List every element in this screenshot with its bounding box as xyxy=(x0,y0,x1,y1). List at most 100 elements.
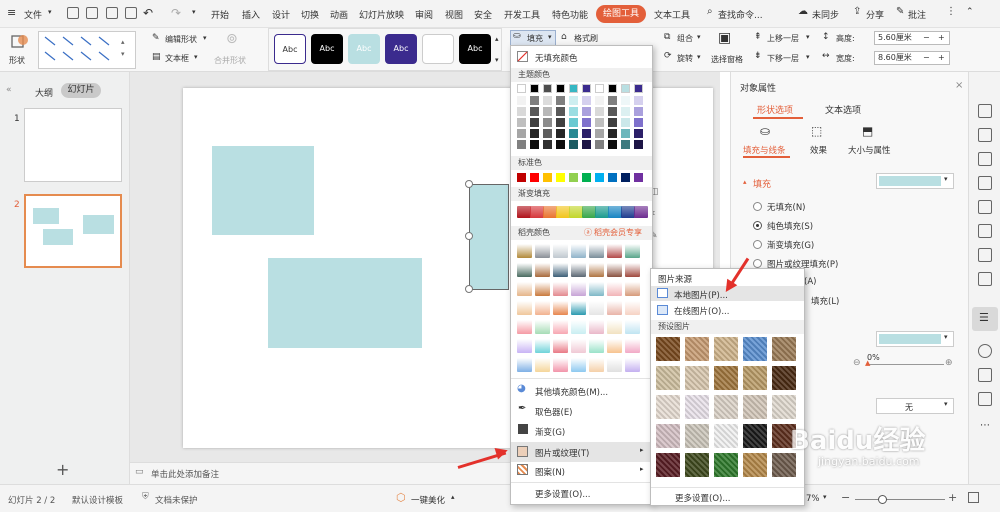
shell-color-swatch[interactable] xyxy=(535,339,550,353)
tab-outline[interactable]: 大纲 xyxy=(35,86,53,99)
copy-icon[interactable] xyxy=(978,128,992,142)
theme-color-swatch[interactable] xyxy=(634,129,643,138)
solid-fill-option[interactable]: 纯色填充(S) xyxy=(767,220,813,232)
shell-color-swatch[interactable] xyxy=(535,320,550,334)
preview-icon[interactable] xyxy=(125,7,137,19)
send-backward-button[interactable]: 下移一层 xyxy=(767,53,799,64)
shell-color-swatch[interactable] xyxy=(535,358,550,372)
theme-color-swatch[interactable] xyxy=(569,84,578,93)
plus-icon[interactable]: + xyxy=(938,52,945,64)
format-icon[interactable] xyxy=(978,152,992,166)
share-icon[interactable] xyxy=(978,392,992,406)
shell-color-swatch[interactable] xyxy=(607,320,622,334)
gradient-swatch[interactable] xyxy=(530,206,544,218)
shell-color-swatch[interactable] xyxy=(553,282,568,296)
tab-shape-options[interactable]: 形状选项 xyxy=(757,103,793,116)
standard-color-swatch[interactable] xyxy=(543,173,552,182)
triangle-icon[interactable]: ▴ xyxy=(743,178,747,186)
minus-icon[interactable]: − xyxy=(923,32,930,44)
resize-handle[interactable] xyxy=(465,285,473,293)
theme-color-swatch[interactable] xyxy=(556,140,565,149)
rectangle-shape[interactable] xyxy=(268,258,422,348)
minus-icon[interactable]: ⊖ xyxy=(853,358,861,368)
texture-swatch[interactable] xyxy=(772,395,796,419)
theme-color-swatch[interactable] xyxy=(569,140,578,149)
layout-icon[interactable] xyxy=(978,248,992,262)
theme-color-swatch[interactable] xyxy=(569,107,578,116)
more-icon[interactable]: ⋮ xyxy=(946,6,956,17)
theme-color-swatch[interactable] xyxy=(595,129,604,138)
minus-icon[interactable]: − xyxy=(923,52,930,64)
shell-color-swatch[interactable] xyxy=(607,358,622,372)
texture-swatch[interactable] xyxy=(772,366,796,390)
shell-color-swatch[interactable] xyxy=(589,320,604,334)
more-settings-item[interactable]: 更多设置(O)... xyxy=(535,488,590,500)
shell-color-swatch[interactable] xyxy=(571,282,586,296)
gallery-scroll-icon[interactable]: ▾ xyxy=(495,56,499,64)
texture-swatch[interactable] xyxy=(685,453,709,477)
theme-color-swatch[interactable] xyxy=(621,84,630,93)
gradient-swatch[interactable] xyxy=(595,206,609,218)
zoom-slider-thumb[interactable] xyxy=(878,495,887,504)
theme-color-swatch[interactable] xyxy=(569,129,578,138)
collapse-ribbon-icon[interactable]: ⌃ xyxy=(966,7,974,17)
theme-color-swatch[interactable] xyxy=(608,140,617,149)
no-fill-item[interactable]: 无填充颜色 xyxy=(535,52,578,64)
template-name[interactable]: 默认设计模板 xyxy=(72,494,123,506)
gradient-swatch[interactable] xyxy=(556,206,570,218)
theme-color-swatch[interactable] xyxy=(517,84,526,93)
theme-color-swatch[interactable] xyxy=(530,129,539,138)
auto-fill-option[interactable]: 填充(L) xyxy=(811,295,839,307)
share-button[interactable]: 分享 xyxy=(866,8,884,21)
theme-color-swatch[interactable] xyxy=(530,84,539,93)
width-field[interactable]: 8.60厘米 − + xyxy=(874,51,950,65)
shell-color-swatch[interactable] xyxy=(571,263,586,277)
radio-picture-fill[interactable] xyxy=(753,259,762,268)
theme-color-swatch[interactable] xyxy=(582,140,591,149)
texture-swatch[interactable] xyxy=(743,337,767,361)
texture-swatch[interactable] xyxy=(714,424,738,448)
theme-color-swatch[interactable] xyxy=(530,107,539,116)
slide-thumbnail-2[interactable] xyxy=(24,194,122,268)
shell-color-swatch[interactable] xyxy=(517,320,532,334)
bring-forward-button[interactable]: 上移一层 xyxy=(767,33,799,44)
theme-color-swatch[interactable] xyxy=(556,118,565,127)
theme-color-swatch[interactable] xyxy=(569,118,578,127)
pattern-fill-option[interactable]: (A) xyxy=(804,277,816,287)
style-option[interactable]: Abc xyxy=(348,34,380,64)
texture-swatch[interactable] xyxy=(656,366,680,390)
menu-design[interactable]: 设计 xyxy=(272,8,290,21)
theme-color-swatch[interactable] xyxy=(595,107,604,116)
shell-color-swatch[interactable] xyxy=(607,301,622,315)
line-style-select[interactable]: 无 ▾ xyxy=(876,398,954,414)
more-icon[interactable]: ⋯ xyxy=(980,420,990,431)
protect-status[interactable]: 文档未保护 xyxy=(155,494,198,506)
theme-color-swatch[interactable] xyxy=(582,107,591,116)
texture-swatch[interactable] xyxy=(656,453,680,477)
chevron-down-icon[interactable]: ▾ xyxy=(697,53,701,61)
menu-file[interactable]: 文件 xyxy=(24,8,42,21)
standard-color-swatch[interactable] xyxy=(621,173,630,182)
standard-color-swatch[interactable] xyxy=(569,173,578,182)
texture-swatch[interactable] xyxy=(685,337,709,361)
texture-swatch[interactable] xyxy=(714,337,738,361)
theme-color-swatch[interactable] xyxy=(556,107,565,116)
theme-color-swatch[interactable] xyxy=(608,84,617,93)
zoom-in-button[interactable]: + xyxy=(948,491,957,504)
hamburger-icon[interactable]: ≡ xyxy=(7,7,16,18)
tab-slides[interactable]: 幻灯片 xyxy=(61,83,101,98)
theme-color-swatch[interactable] xyxy=(517,107,526,116)
standard-color-swatch[interactable] xyxy=(634,173,643,182)
texture-swatch[interactable] xyxy=(743,453,767,477)
theme-color-swatch[interactable] xyxy=(582,84,591,93)
zoom-slider[interactable] xyxy=(855,499,945,500)
menu-transition[interactable]: 切换 xyxy=(301,8,319,21)
collapse-panel-icon[interactable]: « xyxy=(6,85,12,95)
eyedropper-item[interactable]: 取色器(E) xyxy=(535,406,573,418)
texture-swatch[interactable] xyxy=(772,337,796,361)
menu-insert[interactable]: 插入 xyxy=(242,8,260,21)
shell-color-swatch[interactable] xyxy=(589,244,604,258)
texture-swatch[interactable] xyxy=(656,424,680,448)
theme-color-swatch[interactable] xyxy=(595,140,604,149)
shell-color-swatch[interactable] xyxy=(571,339,586,353)
